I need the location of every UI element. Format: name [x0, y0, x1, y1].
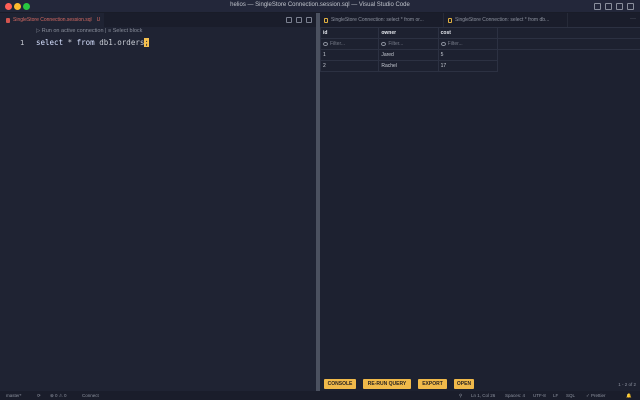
column-header-owner[interactable]: owner: [378, 27, 439, 39]
editor-tab-bar: SingleStore Connection.session.sql U: [0, 13, 316, 27]
toggle-primary-sidebar-icon[interactable]: [594, 3, 601, 10]
empty-column-area: [498, 27, 640, 73]
cell-id[interactable]: 1: [319, 49, 380, 61]
column-header-cost[interactable]: cost: [437, 27, 499, 39]
cursor-position[interactable]: Ln 1, Col 26: [471, 393, 495, 398]
cell-owner[interactable]: Rachel: [378, 60, 439, 72]
database-icon: [448, 17, 452, 23]
encoding-status[interactable]: UTF-8: [533, 393, 546, 398]
codelens-actions[interactable]: ▷ Run on active connection | ≡ Select bl…: [36, 28, 142, 34]
filter-id-input[interactable]: Filter...: [319, 38, 380, 50]
tab-session-sql[interactable]: SingleStore Connection.session.sql U: [0, 13, 104, 27]
filter-icon: [440, 41, 446, 46]
filter-placeholder: Filter...: [447, 41, 463, 47]
results-table: id owner cost Filter... Filter... Filter…: [319, 27, 499, 72]
sql-file-icon: [6, 17, 10, 23]
branch-status[interactable]: master*: [6, 393, 22, 398]
toggle-panel-icon[interactable]: [605, 3, 612, 10]
split-editor-icon[interactable]: [296, 17, 302, 23]
results-button-bar: CONSOLE RE-RUN QUERY EXPORT OPEN 1 - 2 o…: [320, 378, 640, 391]
more-actions-icon[interactable]: [306, 17, 312, 23]
compare-icon[interactable]: [286, 17, 292, 23]
window-title: helios — SingleStore Connection.session.…: [230, 2, 410, 8]
filter-placeholder: Filter...: [330, 41, 346, 47]
result-tab-label: SingleStore Connection: select * from or…: [331, 17, 424, 23]
table-row[interactable]: 1 Jared 5: [319, 49, 499, 61]
filter-owner-input[interactable]: Filter...: [378, 38, 439, 50]
tab-result-1[interactable]: SingleStore Connection: select * from or…: [320, 13, 444, 27]
sync-icon[interactable]: ⟳: [37, 393, 41, 399]
toggle-secondary-sidebar-icon[interactable]: [616, 3, 623, 10]
filter-row: Filter... Filter... Filter...: [319, 38, 499, 50]
table-token: db1.orders: [94, 38, 145, 47]
table-row[interactable]: 2 Rachel 17: [319, 60, 499, 72]
editor-actions: [286, 17, 312, 23]
status-bar: master* ⟳ ⊗ 0 ⚠ 0 Connect ⚲ Ln 1, Col 26…: [0, 391, 640, 400]
more-actions-icon[interactable]: ···: [630, 16, 636, 22]
open-button[interactable]: OPEN: [454, 379, 474, 389]
language-mode[interactable]: SQL: [566, 393, 575, 398]
star-token: *: [63, 38, 77, 47]
connect-status[interactable]: Connect: [82, 393, 99, 398]
row-count: 1 - 2 of 2: [618, 382, 636, 387]
cell-id[interactable]: 2: [319, 60, 380, 72]
keyword-from: from: [76, 38, 95, 47]
filter-placeholder: Filter...: [388, 41, 404, 47]
filter-cost-input[interactable]: Filter...: [437, 38, 499, 50]
keyword-select: select: [36, 38, 64, 47]
filter-icon: [323, 41, 328, 46]
export-button[interactable]: EXPORT: [418, 379, 447, 389]
editor-pane: SingleStore Connection.session.sql U ▷ R…: [0, 13, 316, 391]
customize-layout-icon[interactable]: [627, 3, 634, 10]
table-header-row: id owner cost: [319, 27, 499, 39]
result-tab-label: SingleStore Connection: select * from db…: [455, 17, 550, 23]
problems-status[interactable]: ⊗ 0 ⚠ 0: [50, 393, 67, 399]
prettier-status[interactable]: ✓ Prettier: [586, 393, 606, 399]
results-tab-bar: SingleStore Connection: select * from or…: [320, 13, 640, 27]
filter-icon: [381, 41, 387, 46]
title-bar: helios — SingleStore Connection.session.…: [0, 0, 640, 13]
notification-icon[interactable]: ⚲: [459, 393, 462, 399]
database-icon: [324, 17, 328, 23]
text-cursor: ;: [144, 38, 149, 47]
cell-owner[interactable]: Jared: [378, 49, 439, 61]
cell-cost[interactable]: 5: [437, 49, 499, 61]
code-line[interactable]: select * from db1.orders;: [36, 38, 149, 47]
untracked-badge: U: [96, 17, 101, 23]
rerun-query-button[interactable]: RE-RUN QUERY: [363, 379, 411, 389]
column-header-id[interactable]: id: [319, 27, 380, 39]
cell-cost[interactable]: 17: [437, 60, 499, 72]
line-number: 1: [20, 39, 25, 47]
bell-icon[interactable]: 🔔: [626, 393, 632, 399]
tab-label: SingleStore Connection.session.sql: [13, 17, 92, 23]
console-button[interactable]: CONSOLE: [324, 379, 356, 389]
tab-result-2[interactable]: SingleStore Connection: select * from db…: [444, 13, 568, 27]
eol-status[interactable]: LF: [553, 393, 558, 398]
indentation-status[interactable]: Spaces: 4: [505, 393, 525, 398]
layout-controls: [594, 3, 634, 10]
results-pane: SingleStore Connection: select * from or…: [319, 13, 640, 391]
